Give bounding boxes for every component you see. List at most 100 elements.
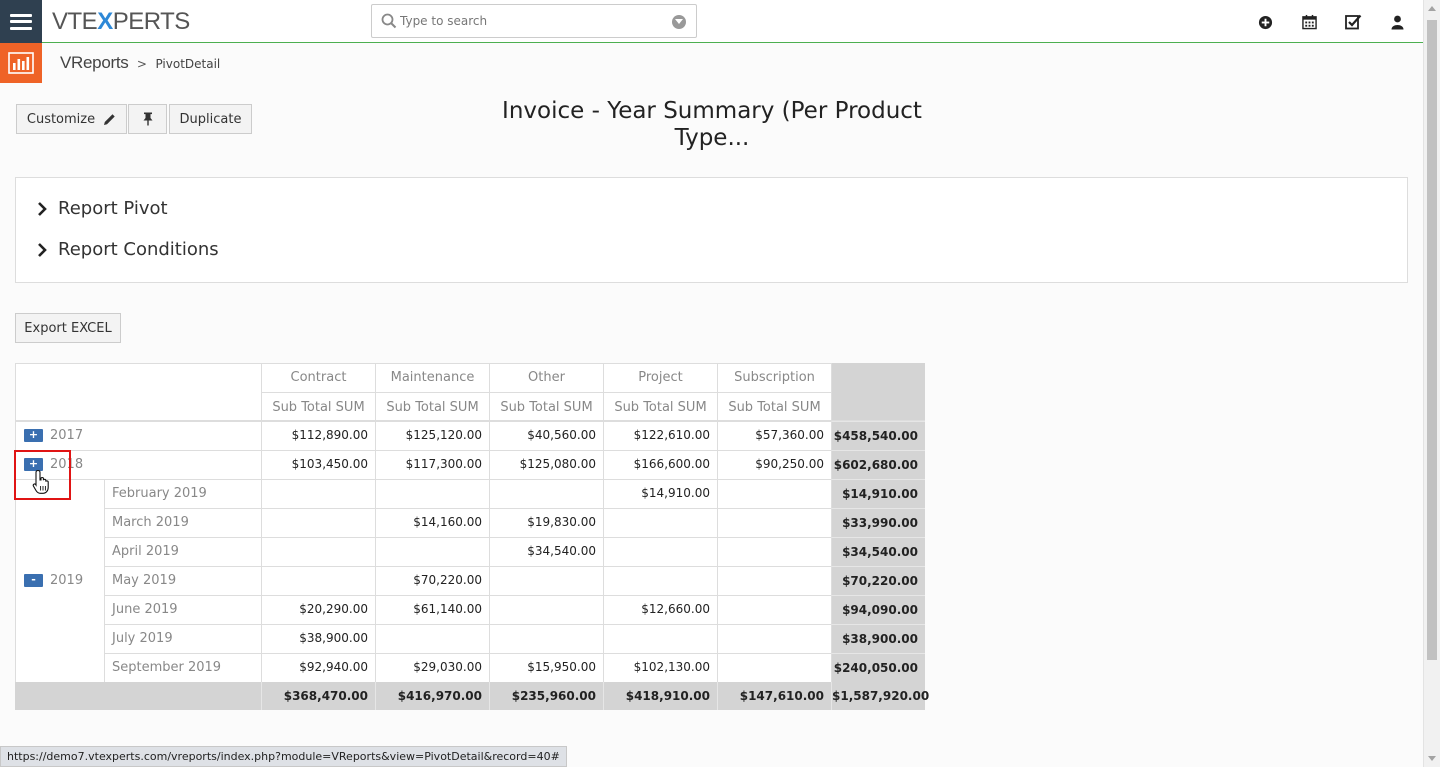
pivot-table: Contract Sub Total SUM Maintenance Sub Tota… xyxy=(15,363,929,710)
month-row-label: June 2019 xyxy=(112,602,178,617)
collapse-toggle-icon[interactable]: - xyxy=(24,574,43,587)
value-cell: $14,910.00 xyxy=(603,479,717,508)
tasks-check-icon[interactable] xyxy=(1344,13,1362,31)
value-cell xyxy=(375,624,489,653)
search-icon xyxy=(381,13,397,29)
row-total-cell: $34,540.00 xyxy=(831,537,925,566)
report-conditions-toggle[interactable]: Report Conditions xyxy=(36,239,219,260)
value-cell xyxy=(489,566,603,595)
pin-button[interactable] xyxy=(128,104,167,134)
value-cell: $15,950.00 xyxy=(489,653,603,682)
logo-text-prefix: VTE xyxy=(52,8,98,35)
value-cell xyxy=(375,479,489,508)
breadcrumb-current: PivotDetail xyxy=(155,57,221,71)
export-excel-label: Export EXCEL xyxy=(24,320,112,336)
column-total-cell: $235,960.00 xyxy=(489,682,603,710)
measure-header: Sub Total SUM xyxy=(261,392,375,421)
column-total-cell: $147,610.00 xyxy=(717,682,831,710)
value-cell: $20,290.00 xyxy=(261,595,375,624)
column-total-cell: $368,470.00 xyxy=(261,682,375,710)
measure-header: Sub Total SUM xyxy=(489,392,603,421)
report-title-line2: Type... xyxy=(674,125,750,151)
global-search[interactable] xyxy=(371,4,697,38)
value-cell xyxy=(717,566,831,595)
month-row-label: March 2019 xyxy=(112,515,189,530)
value-cell: $90,250.00 xyxy=(717,450,831,479)
report-title-line1: Invoice - Year Summary (Per Product xyxy=(502,98,922,124)
column-header: Contract xyxy=(261,363,375,392)
logo[interactable]: VTEXPERTS xyxy=(52,8,190,36)
year-label: 2019 xyxy=(50,573,84,588)
breadcrumb-module-link[interactable]: VReports xyxy=(60,53,129,72)
duplicate-label: Duplicate xyxy=(179,111,242,127)
month-row-label: May 2019 xyxy=(112,573,177,588)
value-cell xyxy=(261,566,375,595)
customize-button[interactable]: Customize xyxy=(16,104,127,134)
value-cell: $38,900.00 xyxy=(261,624,375,653)
year-group-2019: -2019 xyxy=(15,479,105,682)
value-cell: $102,130.00 xyxy=(603,653,717,682)
add-icon[interactable] xyxy=(1256,13,1274,31)
export-excel-button[interactable]: Export EXCEL xyxy=(15,313,121,343)
value-cell: $103,450.00 xyxy=(261,450,375,479)
module-bar: VReports > PivotDetail xyxy=(0,43,1423,83)
value-cell: $166,600.00 xyxy=(603,450,717,479)
grand-total-label-cell xyxy=(15,682,261,710)
report-conditions-label: Report Conditions xyxy=(58,239,219,260)
value-cell xyxy=(489,624,603,653)
column-total-cell: $418,910.00 xyxy=(603,682,717,710)
hand-cursor-icon xyxy=(32,469,49,494)
row-total-cell: $33,990.00 xyxy=(831,508,925,537)
customize-label: Customize xyxy=(26,111,96,127)
value-cell xyxy=(603,566,717,595)
scroll-up-icon[interactable] xyxy=(1428,6,1436,11)
search-dropdown-icon[interactable] xyxy=(672,15,686,29)
report-title: Invoice - Year Summary (Per Product Type… xyxy=(480,98,944,152)
value-cell xyxy=(717,508,831,537)
value-cell: $34,540.00 xyxy=(489,537,603,566)
column-total-cell: $416,970.00 xyxy=(375,682,489,710)
value-cell: $61,140.00 xyxy=(375,595,489,624)
value-cell xyxy=(717,595,831,624)
calendar-icon[interactable] xyxy=(1300,13,1318,31)
value-cell: $40,560.00 xyxy=(489,421,603,450)
reports-module-icon[interactable] xyxy=(0,43,42,83)
value-cell xyxy=(717,479,831,508)
row-total-cell: $458,540.00 xyxy=(831,421,925,450)
logo-text-suffix: PERTS xyxy=(112,8,191,35)
column-header: Project xyxy=(603,363,717,392)
expand-toggle-icon[interactable]: + xyxy=(24,429,43,442)
month-row-label: July 2019 xyxy=(112,631,173,646)
value-cell xyxy=(261,537,375,566)
value-cell xyxy=(717,653,831,682)
breadcrumb-separator: > xyxy=(136,57,147,71)
logo-text-x: X xyxy=(97,8,113,35)
menu-button[interactable] xyxy=(0,0,42,43)
breadcrumb: VReports > PivotDetail xyxy=(60,53,220,73)
scroll-down-icon[interactable] xyxy=(1428,756,1436,761)
value-cell xyxy=(489,479,603,508)
vertical-scrollbar[interactable] xyxy=(1423,0,1440,767)
grand-total-cell: $1,587,920.00 xyxy=(831,682,929,710)
measure-header: Sub Total SUM xyxy=(603,392,717,421)
value-cell xyxy=(603,537,717,566)
value-cell: $12,660.00 xyxy=(603,595,717,624)
chevron-right-icon xyxy=(38,242,47,257)
value-cell: $70,220.00 xyxy=(375,566,489,595)
value-cell xyxy=(261,479,375,508)
report-pivot-toggle[interactable]: Report Pivot xyxy=(36,198,168,219)
column-header: Other xyxy=(489,363,603,392)
report-pivot-label: Report Pivot xyxy=(58,198,168,219)
search-input[interactable] xyxy=(400,11,660,31)
scrollbar-thumb[interactable] xyxy=(1427,20,1437,660)
value-cell: $125,120.00 xyxy=(375,421,489,450)
user-icon[interactable] xyxy=(1388,13,1406,31)
value-cell: $112,890.00 xyxy=(261,421,375,450)
duplicate-button[interactable]: Duplicate xyxy=(169,104,252,134)
value-cell xyxy=(603,624,717,653)
value-cell xyxy=(717,537,831,566)
top-bar: VTEXPERTS xyxy=(0,0,1423,43)
value-cell xyxy=(375,537,489,566)
row-total-cell: $38,900.00 xyxy=(831,624,925,653)
pencil-icon xyxy=(104,113,115,125)
